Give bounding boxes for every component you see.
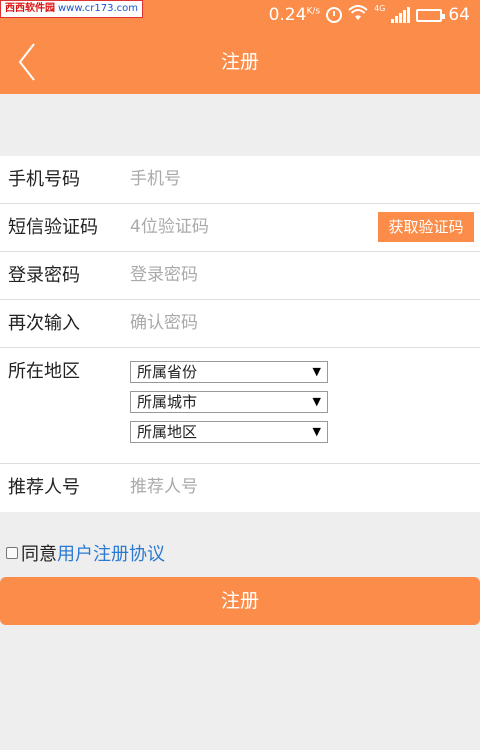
get-code-button[interactable]: 获取验证码 bbox=[378, 212, 474, 242]
city-select[interactable]: 所属城市 ▼ bbox=[130, 391, 328, 413]
app-bar: 西西软件园 www.cr173.com 0.24K/s 4G 64 注册 bbox=[0, 0, 480, 94]
referrer-input[interactable] bbox=[128, 472, 372, 502]
region-label: 所在地区 bbox=[8, 361, 80, 382]
confirm-password-row: 再次输入 bbox=[0, 300, 480, 348]
referrer-row: 推荐人号 bbox=[0, 464, 480, 512]
password-input[interactable] bbox=[128, 260, 372, 290]
battery-level: 64 bbox=[448, 5, 470, 25]
referrer-label: 推荐人号 bbox=[8, 477, 80, 498]
password-label: 登录密码 bbox=[8, 265, 80, 286]
phone-label: 手机号码 bbox=[8, 169, 80, 190]
watermark: 西西软件园 www.cr173.com bbox=[0, 0, 144, 18]
signal-icon bbox=[391, 7, 411, 23]
agreement: 同意 用户注册协议 bbox=[6, 540, 165, 566]
network-speed: 0.24K/s bbox=[268, 5, 321, 25]
phone-input[interactable] bbox=[128, 164, 372, 194]
dropdown-arrow-icon: ▼ bbox=[312, 395, 321, 408]
confirm-password-input[interactable] bbox=[128, 308, 372, 338]
header: 注册 bbox=[0, 30, 480, 94]
agreement-link[interactable]: 用户注册协议 bbox=[57, 540, 165, 566]
province-value: 所属省份 bbox=[137, 363, 198, 381]
sms-code-label: 短信验证码 bbox=[8, 217, 98, 238]
district-value: 所属地区 bbox=[137, 423, 198, 441]
city-value: 所属城市 bbox=[137, 393, 198, 411]
battery-icon bbox=[416, 8, 446, 22]
dropdown-arrow-icon: ▼ bbox=[312, 425, 321, 438]
agree-checkbox[interactable] bbox=[6, 547, 18, 559]
network-type-label: 4G bbox=[374, 4, 386, 13]
page-title: 注册 bbox=[220, 51, 259, 73]
district-select[interactable]: 所属地区 ▼ bbox=[130, 421, 328, 443]
status-bar: 西西软件园 www.cr173.com 0.24K/s 4G 64 bbox=[0, 0, 480, 30]
sms-code-input[interactable] bbox=[128, 212, 332, 242]
dropdown-arrow-icon: ▼ bbox=[312, 365, 321, 378]
alarm-icon bbox=[326, 7, 343, 23]
status-icons: 0.24K/s 4G 64 bbox=[269, 4, 470, 26]
watermark-brand: 西西软件园 bbox=[5, 3, 55, 14]
sms-code-row: 短信验证码 获取验证码 bbox=[0, 204, 480, 252]
register-button[interactable]: 注册 bbox=[0, 577, 480, 625]
confirm-password-label: 再次输入 bbox=[8, 313, 80, 334]
phone-row: 手机号码 bbox=[0, 156, 480, 204]
register-form: 手机号码 短信验证码 获取验证码 登录密码 再次输入 所在地区 所属省份 ▼ 所… bbox=[0, 156, 480, 512]
region-row: 所在地区 所属省份 ▼ 所属城市 ▼ 所属地区 ▼ bbox=[0, 348, 480, 464]
watermark-url: www.cr173.com bbox=[58, 3, 139, 14]
agree-prefix: 同意 bbox=[21, 544, 57, 565]
password-row: 登录密码 bbox=[0, 252, 480, 300]
wifi-icon bbox=[348, 5, 368, 25]
province-select[interactable]: 所属省份 ▼ bbox=[130, 361, 328, 383]
